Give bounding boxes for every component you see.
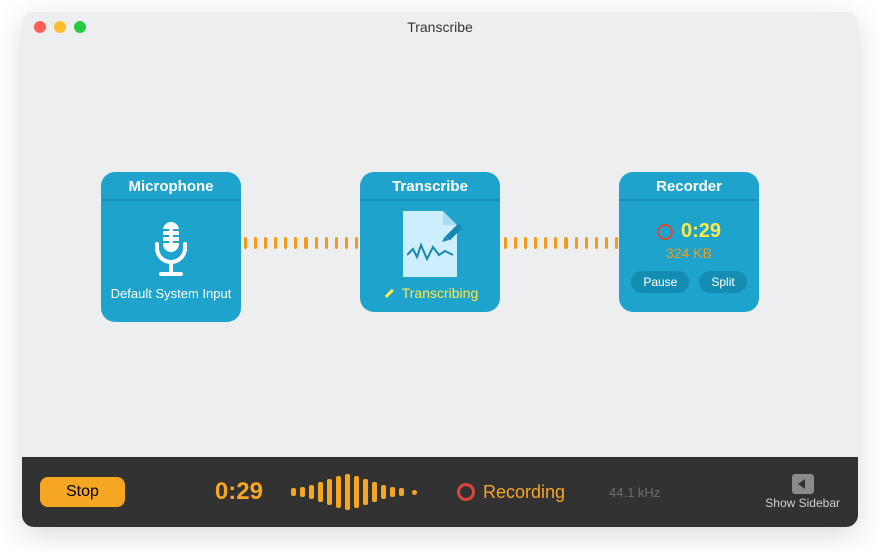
transcribe-status-label: Transcribing xyxy=(402,285,479,301)
sidebar-icon xyxy=(792,474,814,494)
minimize-icon[interactable] xyxy=(54,21,66,33)
recorder-size: 324 KB xyxy=(666,245,712,261)
node-transcribe-status: Transcribing xyxy=(382,285,479,301)
record-ring-icon xyxy=(657,224,673,240)
stop-button[interactable]: Stop xyxy=(40,477,125,507)
pencil-icon xyxy=(439,217,469,247)
node-microphone-title: Microphone xyxy=(101,172,241,201)
show-sidebar-label: Show Sidebar xyxy=(765,496,840,510)
waveform-icon xyxy=(291,474,417,510)
recording-status: Recording xyxy=(457,482,565,503)
status-bar: Stop 0:29 Recording 44.1 kHz Show Sideba… xyxy=(22,457,858,527)
node-transcribe-title: Transcribe xyxy=(360,172,500,201)
pencil-small-icon xyxy=(382,286,396,300)
pipeline-canvas: Microphone Default System Input xyxy=(22,42,858,457)
pause-button[interactable]: Pause xyxy=(631,271,689,293)
node-recorder-body: 0:29 324 KB Pause Split xyxy=(619,201,759,312)
record-ring-icon xyxy=(457,483,475,501)
node-microphone-subtitle: Default System Input xyxy=(111,286,232,302)
node-transcribe-body: Transcribing xyxy=(360,201,500,312)
titlebar: Transcribe xyxy=(22,12,858,42)
traffic-lights xyxy=(34,21,86,33)
node-microphone-body: Default System Input xyxy=(101,201,241,322)
connector-mic-to-transcribe xyxy=(244,240,358,246)
window-title: Transcribe xyxy=(22,19,858,35)
recorder-indicator: 0:29 xyxy=(657,220,721,243)
split-button[interactable]: Split xyxy=(699,271,746,293)
app-window: Transcribe Microphone xyxy=(22,12,858,527)
zoom-icon[interactable] xyxy=(74,21,86,33)
sample-rate-label: 44.1 kHz xyxy=(609,485,660,500)
connector-transcribe-to-recorder xyxy=(504,240,618,246)
show-sidebar-button[interactable]: Show Sidebar xyxy=(765,474,840,510)
node-recorder[interactable]: Recorder 0:29 324 KB Pause Split xyxy=(619,172,759,312)
recorder-time: 0:29 xyxy=(681,220,721,243)
node-transcribe[interactable]: Transcribe Transcribing xyxy=(360,172,500,312)
document-icon xyxy=(403,211,457,277)
recording-status-label: Recording xyxy=(483,482,565,503)
node-recorder-title: Recorder xyxy=(619,172,759,201)
node-microphone[interactable]: Microphone Default System Input xyxy=(101,172,241,322)
status-time: 0:29 xyxy=(215,478,263,506)
microphone-icon xyxy=(147,220,195,280)
close-icon[interactable] xyxy=(34,21,46,33)
